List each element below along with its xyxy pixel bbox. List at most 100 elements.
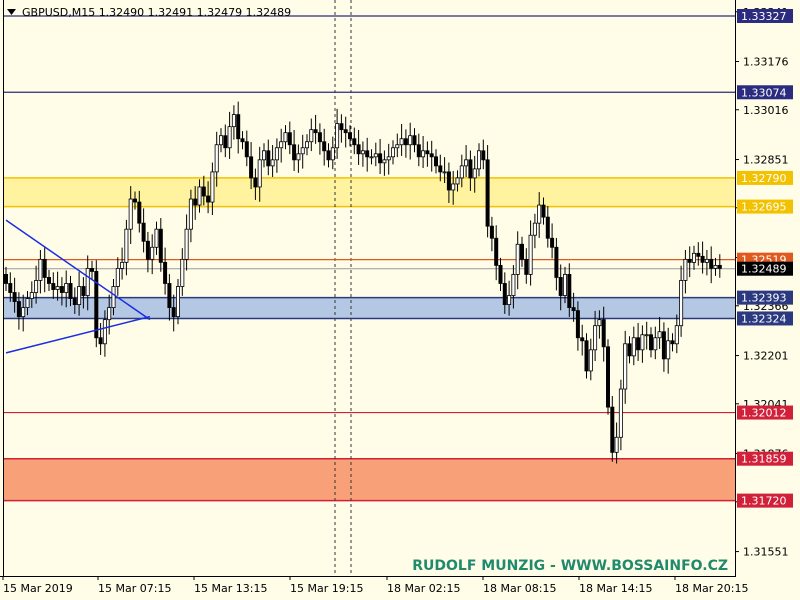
candle — [322, 128, 327, 166]
candle-body — [369, 156, 374, 159]
trendline-triangle-lower[interactable] — [5, 315, 151, 354]
candle — [416, 133, 421, 167]
price-label-text: 1.32393 — [741, 292, 787, 305]
candle — [661, 322, 666, 372]
y-tick-label: 1.32851 — [743, 154, 789, 167]
candle — [180, 248, 185, 296]
price-label: 1.31859 — [737, 451, 793, 466]
candle-body — [184, 228, 189, 260]
candle-body — [433, 156, 438, 167]
candle — [631, 326, 636, 366]
candle-body — [55, 286, 60, 290]
candle-body — [154, 228, 159, 248]
candle-body — [709, 258, 714, 269]
candle — [692, 245, 697, 270]
candle-body — [365, 150, 370, 158]
candle — [644, 321, 649, 350]
candle-body — [631, 337, 636, 357]
candle-body — [356, 144, 361, 155]
candle — [584, 333, 589, 379]
candle-body — [692, 252, 697, 263]
current-price-text: 1.32489 — [741, 263, 787, 276]
candle-body — [29, 292, 34, 299]
candle-body — [8, 283, 13, 293]
candle-body — [317, 132, 322, 143]
candle-body — [158, 228, 163, 263]
candle-body — [128, 198, 133, 230]
candle-body — [373, 153, 378, 158]
candle-body — [47, 277, 52, 284]
candle-body — [640, 334, 645, 351]
candle — [313, 114, 318, 144]
candle-body — [68, 283, 73, 299]
candle — [494, 225, 499, 281]
candle — [326, 143, 331, 168]
current-price-label: 1.32489 — [737, 261, 793, 276]
candle-body — [210, 171, 215, 203]
price-chart[interactable]: 1.333411.331761.330161.328511.326911.325… — [0, 0, 800, 600]
candle-body — [81, 286, 86, 296]
candle — [274, 138, 279, 173]
candle — [339, 114, 344, 143]
candle-body — [554, 246, 559, 278]
collapse-arrow-icon[interactable] — [7, 9, 16, 15]
candle-body — [567, 274, 572, 309]
candle — [425, 141, 430, 167]
candle-body — [38, 258, 43, 281]
candle-body — [107, 307, 112, 321]
candle-body — [231, 114, 236, 128]
candle-body — [416, 144, 421, 158]
candle — [464, 145, 469, 178]
candle-body — [459, 165, 464, 179]
x-tick-label: 18 Mar 20:15 — [675, 582, 748, 595]
price-label: 1.32012 — [737, 405, 793, 420]
y-tick-label: 1.32201 — [743, 350, 789, 363]
candle — [356, 129, 361, 165]
candle — [244, 130, 249, 167]
price-label-text: 1.33074 — [741, 86, 787, 99]
candle-body — [175, 286, 180, 318]
candle-body — [571, 307, 576, 312]
candle — [90, 260, 95, 279]
candle — [343, 116, 348, 148]
candle-body — [132, 198, 137, 203]
candle-body — [700, 255, 705, 263]
candle-body — [85, 267, 90, 296]
candle-body — [644, 334, 649, 337]
candle — [554, 237, 559, 291]
candle-body — [141, 222, 146, 242]
candle-body — [425, 150, 430, 155]
candle-body — [59, 286, 64, 293]
candle — [709, 246, 714, 284]
candle-body — [429, 153, 434, 158]
candle-body — [399, 138, 404, 146]
price-label: 1.32790 — [737, 170, 793, 185]
candle-body — [606, 346, 611, 408]
candle-body — [386, 156, 391, 161]
candle-body — [360, 150, 365, 155]
candle-body — [713, 264, 718, 269]
candle-body — [584, 340, 589, 372]
candle-body — [378, 153, 383, 164]
candle-body — [326, 150, 331, 161]
candle-body — [330, 147, 335, 161]
y-tick-label: 1.33176 — [743, 56, 789, 69]
candle-body — [34, 280, 39, 293]
candle-body — [395, 144, 400, 149]
candle — [717, 254, 722, 278]
candle — [94, 260, 99, 348]
candle-body — [171, 307, 176, 318]
candle — [279, 128, 284, 163]
candle-body — [614, 436, 619, 453]
candle-body — [485, 159, 490, 227]
candle-body — [102, 319, 107, 345]
candle-body — [287, 132, 292, 146]
candle — [154, 221, 159, 255]
candle — [386, 143, 391, 175]
candle-body — [696, 252, 701, 257]
candle-body — [150, 246, 155, 260]
candle — [300, 134, 305, 169]
candle — [115, 257, 120, 296]
candle-body — [12, 292, 17, 302]
candle-body — [21, 307, 26, 318]
